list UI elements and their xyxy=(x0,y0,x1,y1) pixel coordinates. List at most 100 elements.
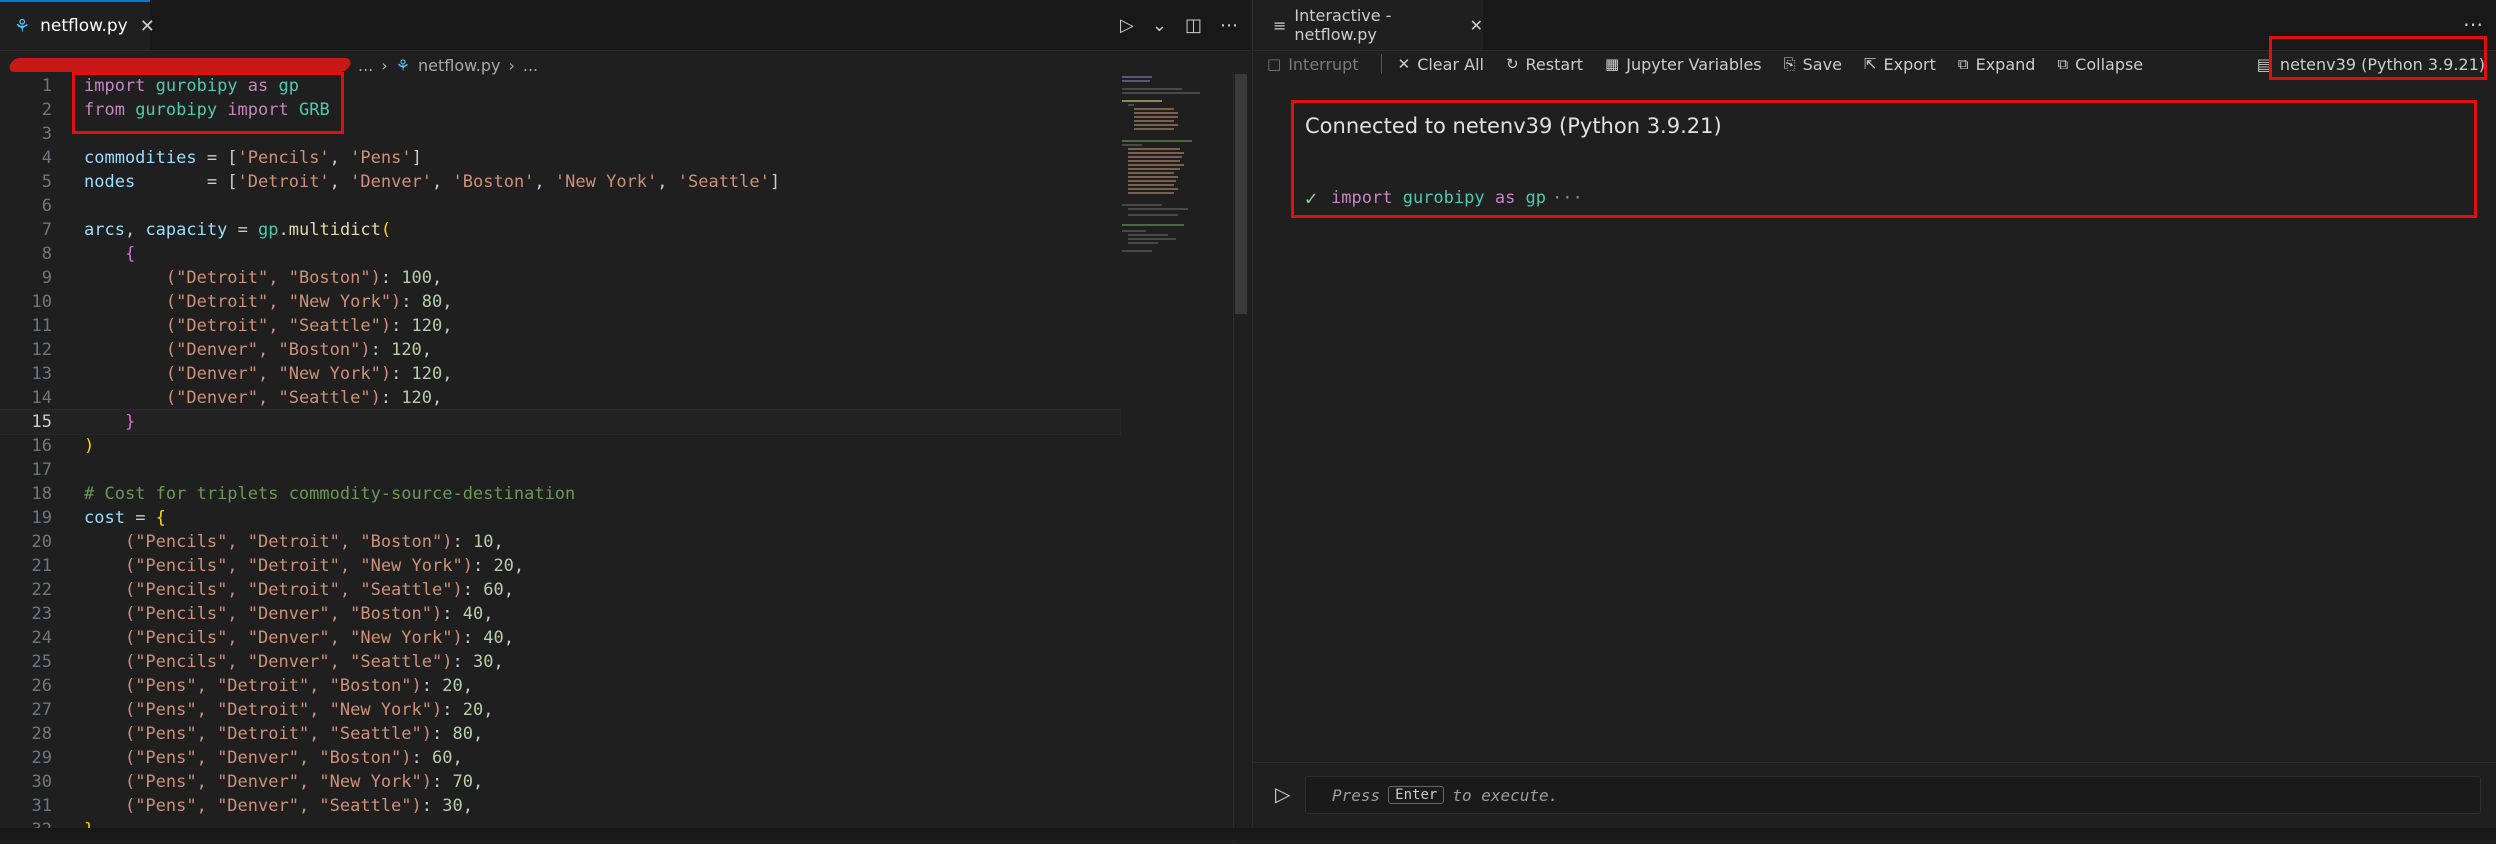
code-text: ("Pens", "Detroit", "Seattle"): 80, xyxy=(124,724,484,744)
export-button[interactable]: ⇱ Export xyxy=(1864,55,1936,74)
code-line: 12 ("Denver", "Boston"): 120, xyxy=(0,338,1120,362)
save-button[interactable]: ⎘ Save xyxy=(1784,55,1842,74)
chevron-down-icon[interactable]: ⌄ xyxy=(1152,15,1167,36)
annotation-box-imports xyxy=(72,72,344,134)
code-text: { xyxy=(124,244,136,264)
line-number: 13 xyxy=(31,364,52,384)
redacted-path-scribble xyxy=(7,58,353,72)
python-file-icon: ⚘ xyxy=(395,55,411,75)
more-actions-icon[interactable]: ⋯ xyxy=(2463,12,2483,36)
restart-icon: ↻ xyxy=(1505,55,1519,73)
close-icon[interactable]: ✕ xyxy=(140,16,155,37)
split-editor-icon[interactable]: ◫ xyxy=(1185,15,1202,36)
code-text: ("Pens", "Detroit", "New York"): 20, xyxy=(124,700,494,720)
code-text: ("Pencils", "Detroit", "Seattle"): 60, xyxy=(124,580,514,600)
line-number: 6 xyxy=(41,196,52,216)
minimap-line xyxy=(1128,160,1180,162)
status-bar xyxy=(0,828,2496,840)
line-number: 8 xyxy=(41,244,52,264)
close-icon[interactable]: ✕ xyxy=(1470,16,1483,35)
minimap-line xyxy=(1128,234,1168,236)
code-input[interactable]: Press Enter to execute. xyxy=(1305,776,2481,814)
line-number: 25 xyxy=(31,652,52,672)
code-text: ("Pens", "Detroit", "Boston"): 20, xyxy=(124,676,473,696)
line-number: 23 xyxy=(31,604,52,624)
interrupt-button[interactable]: □ Interrupt xyxy=(1267,55,1359,74)
minimap-line xyxy=(1134,128,1174,130)
line-number: 15 xyxy=(31,412,52,432)
minimap-line xyxy=(1128,104,1134,106)
code-line: 26 ("Pens", "Detroit", "Boston"): 20, xyxy=(0,674,1120,698)
editor-scrollbar[interactable] xyxy=(1233,74,1248,844)
code-text: ("Pens", "Denver", "Seattle"): 30, xyxy=(124,796,473,816)
code-text: ("Denver", "Boston"): 120, xyxy=(165,340,433,360)
minimap[interactable] xyxy=(1120,74,1230,274)
code-line: 30 ("Pens", "Denver", "New York"): 70, xyxy=(0,770,1120,794)
line-number: 30 xyxy=(31,772,52,792)
divider xyxy=(1253,762,2496,763)
clear-all-button[interactable]: ✕ Clear All xyxy=(1398,55,1484,74)
code-line: 9 ("Detroit", "Boston"): 100, xyxy=(0,266,1120,290)
code-line: 11 ("Detroit", "Seattle"): 120, xyxy=(0,314,1120,338)
line-number: 26 xyxy=(31,676,52,696)
minimap-line xyxy=(1128,188,1178,190)
code-text: # Cost for triplets commodity-source-des… xyxy=(84,484,576,504)
code-text: } xyxy=(124,412,136,432)
expand-button[interactable]: ⧉ Expand xyxy=(1958,55,2036,74)
code-line: 5 nodes = ['Detroit', 'Denver', 'Boston',… xyxy=(0,170,1120,194)
code-line: 20 ("Pencils", "Detroit", "Boston"): 10, xyxy=(0,530,1120,554)
line-number: 17 xyxy=(31,460,52,480)
scrollbar-thumb[interactable] xyxy=(1235,74,1247,314)
code-text: ("Detroit", "New York"): 80, xyxy=(165,292,453,312)
interactive-window: ≡ Interactive - netflow.py ✕ ⋯ □ Interrup… xyxy=(1252,0,2496,840)
minimap-line xyxy=(1128,176,1178,178)
code-line: 24 ("Pencils", "Denver", "New York"): 40… xyxy=(0,626,1120,650)
tab-label: netflow.py xyxy=(40,16,128,36)
code-line: 6 xyxy=(0,194,1120,218)
minimap-line xyxy=(1122,100,1162,102)
run-icon[interactable]: ▷ xyxy=(1275,782,1290,806)
breadcrumb-symbol[interactable]: ... xyxy=(523,56,538,75)
line-number: 20 xyxy=(31,532,52,552)
run-icon[interactable]: ▷ xyxy=(1120,15,1134,36)
tab-netflow-py[interactable]: ⚘ netflow.py ✕ xyxy=(0,0,155,50)
code-line: 28 ("Pens", "Detroit", "Seattle"): 80, xyxy=(0,722,1120,746)
chevron-right-icon: › xyxy=(381,55,388,75)
code-text: cost = { xyxy=(84,508,166,528)
code-line: 19 cost = { xyxy=(0,506,1120,530)
minimap-line xyxy=(1128,184,1174,186)
code-text: nodes = ['Detroit', 'Denver', 'Boston', … xyxy=(84,172,781,192)
code-text: ("Pencils", "Detroit", "New York"): 20, xyxy=(124,556,525,576)
code-text: ("Denver", "New York"): 120, xyxy=(165,364,453,384)
collapse-button[interactable]: ⧉ Collapse xyxy=(2057,55,2143,74)
more-actions-icon[interactable]: ⋯ xyxy=(1220,15,1238,36)
breadcrumb-file[interactable]: netflow.py xyxy=(418,56,500,75)
minimap-line xyxy=(1128,192,1174,194)
expand-icon: ⧉ xyxy=(1957,55,1969,73)
minimap-line xyxy=(1122,88,1182,90)
jupyter-variables-button[interactable]: ▦ Jupyter Variables xyxy=(1605,55,1762,74)
restart-button[interactable]: ↻ Restart xyxy=(1506,55,1583,74)
code-line: 14 ("Denver", "Seattle"): 120, xyxy=(0,386,1120,410)
code-line-current: 15 } xyxy=(0,409,1121,435)
line-number: 21 xyxy=(31,556,52,576)
minimap-line xyxy=(1122,230,1146,232)
code-text: ("Pencils", "Detroit", "Boston"): 10, xyxy=(124,532,504,552)
editor-tab-bar: ⚘ netflow.py ✕ ▷ ⌄ ◫ ⋯ xyxy=(0,0,1250,51)
line-number: 31 xyxy=(31,796,52,816)
minimap-line xyxy=(1128,156,1182,158)
code-line: 16) xyxy=(0,434,1120,458)
python-file-icon: ⚘ xyxy=(14,15,31,37)
code-text: arcs, capacity = gp.multidict( xyxy=(84,220,392,240)
breadcrumb-folder[interactable]: ... xyxy=(358,56,373,75)
minimap-line xyxy=(1134,108,1174,110)
line-number: 28 xyxy=(31,724,52,744)
code-line: 21 ("Pencils", "Detroit", "New York"): 2… xyxy=(0,554,1120,578)
code-area[interactable]: 1 import gurobipy as gp 2 from gurobipy im… xyxy=(0,74,1121,842)
minimap-line xyxy=(1134,120,1174,122)
tab-interactive[interactable]: ≡ Interactive - netflow.py ✕ xyxy=(1253,0,1483,50)
tab-label: Interactive - netflow.py xyxy=(1294,6,1392,44)
line-number: 4 xyxy=(41,148,52,168)
minimap-line xyxy=(1134,112,1178,114)
code-line: 8 { xyxy=(0,242,1120,266)
